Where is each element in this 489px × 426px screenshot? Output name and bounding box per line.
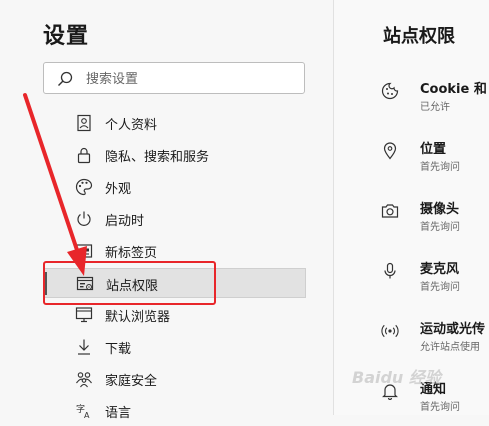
permission-name: 摄像头: [420, 202, 460, 217]
sidebar-item-downloads[interactable]: 下载: [43, 332, 306, 362]
panel-title: 站点权限: [383, 26, 455, 47]
search-box[interactable]: [43, 62, 305, 94]
permission-status: 已允许: [420, 102, 450, 113]
sidebar-item-label: 个人资料: [105, 118, 158, 133]
sidebar-item-label: 家庭安全: [105, 374, 158, 389]
permission-name: 运动或光传: [420, 322, 486, 337]
search-icon: [58, 71, 73, 86]
sidebar-item-label: 外观: [105, 182, 132, 197]
default-browser-icon: [75, 307, 93, 323]
sidebar-item-profile[interactable]: 个人资料: [43, 108, 306, 138]
download-icon: [78, 339, 90, 355]
sidebar-item-startup[interactable]: 启动时: [43, 204, 306, 234]
bell-icon: [382, 384, 398, 400]
permission-item-motion-sensors[interactable]: 运动或光传 允许站点使用: [334, 316, 489, 356]
permission-status: 首先询问: [420, 282, 460, 293]
permission-item-location[interactable]: 位置 首先询问: [334, 136, 489, 176]
permission-status: 首先询问: [420, 402, 460, 413]
lock-icon: [77, 147, 91, 164]
sidebar-item-new-tab[interactable]: 新标签页: [43, 236, 306, 266]
permission-status: 首先询问: [420, 162, 460, 173]
location-icon: [383, 142, 397, 160]
sidebar-item-label: 新标签页: [105, 246, 158, 261]
settings-sidebar: 设置 个人资料 隐私、搜索和服务 外观: [0, 0, 333, 421]
sidebar-item-label: 下载: [105, 342, 132, 357]
search-input[interactable]: [84, 68, 298, 90]
new-tab-icon: [75, 244, 93, 258]
camera-icon: [381, 204, 399, 218]
sidebar-item-language[interactable]: 字 A 语言: [43, 396, 306, 426]
sidebar-item-appearance[interactable]: 外观: [43, 172, 306, 202]
sidebar-item-site-permissions[interactable]: 站点权限: [43, 268, 306, 298]
person-icon: [77, 114, 91, 132]
permission-name: 通知: [420, 382, 447, 397]
settings-title: 设置: [43, 24, 90, 49]
permission-name: 麦克风: [420, 262, 460, 277]
permission-item-microphone[interactable]: 麦克风 首先询问: [334, 256, 489, 296]
permission-status: 允许站点使用: [420, 342, 480, 353]
permission-status: 首先询问: [420, 222, 460, 233]
site-permissions-panel: 站点权限 Cookie 和 已允许 位置 首先询问 摄像头 首先询问 麦克风 首: [334, 0, 489, 415]
permission-name: 位置: [420, 142, 447, 157]
sidebar-item-privacy[interactable]: 隐私、搜索和服务: [43, 140, 306, 170]
permission-item-camera[interactable]: 摄像头 首先询问: [334, 196, 489, 236]
power-icon: [77, 211, 91, 226]
sidebar-item-label: 站点权限: [106, 279, 159, 294]
site-permissions-icon: [76, 276, 94, 291]
svg-text:A: A: [84, 411, 90, 420]
sidebar-item-label: 语言: [105, 406, 132, 421]
family-icon: [76, 372, 92, 388]
motion-sensor-icon: [381, 324, 399, 338]
permission-item-notifications[interactable]: 通知 首先询问: [334, 376, 489, 415]
cookie-icon: [381, 82, 399, 100]
sidebar-item-label: 隐私、搜索和服务: [105, 150, 210, 165]
language-icon: 字 A: [76, 403, 90, 420]
sidebar-item-family[interactable]: 家庭安全: [43, 364, 306, 394]
sidebar-item-label: 默认浏览器: [105, 310, 171, 325]
permission-name: Cookie 和: [420, 82, 487, 97]
permission-item-cookies[interactable]: Cookie 和 已允许: [334, 76, 489, 116]
sidebar-item-default-browser[interactable]: 默认浏览器: [43, 300, 306, 330]
palette-icon: [75, 178, 93, 196]
sidebar-item-label: 启动时: [105, 214, 145, 229]
microphone-icon: [384, 262, 396, 279]
